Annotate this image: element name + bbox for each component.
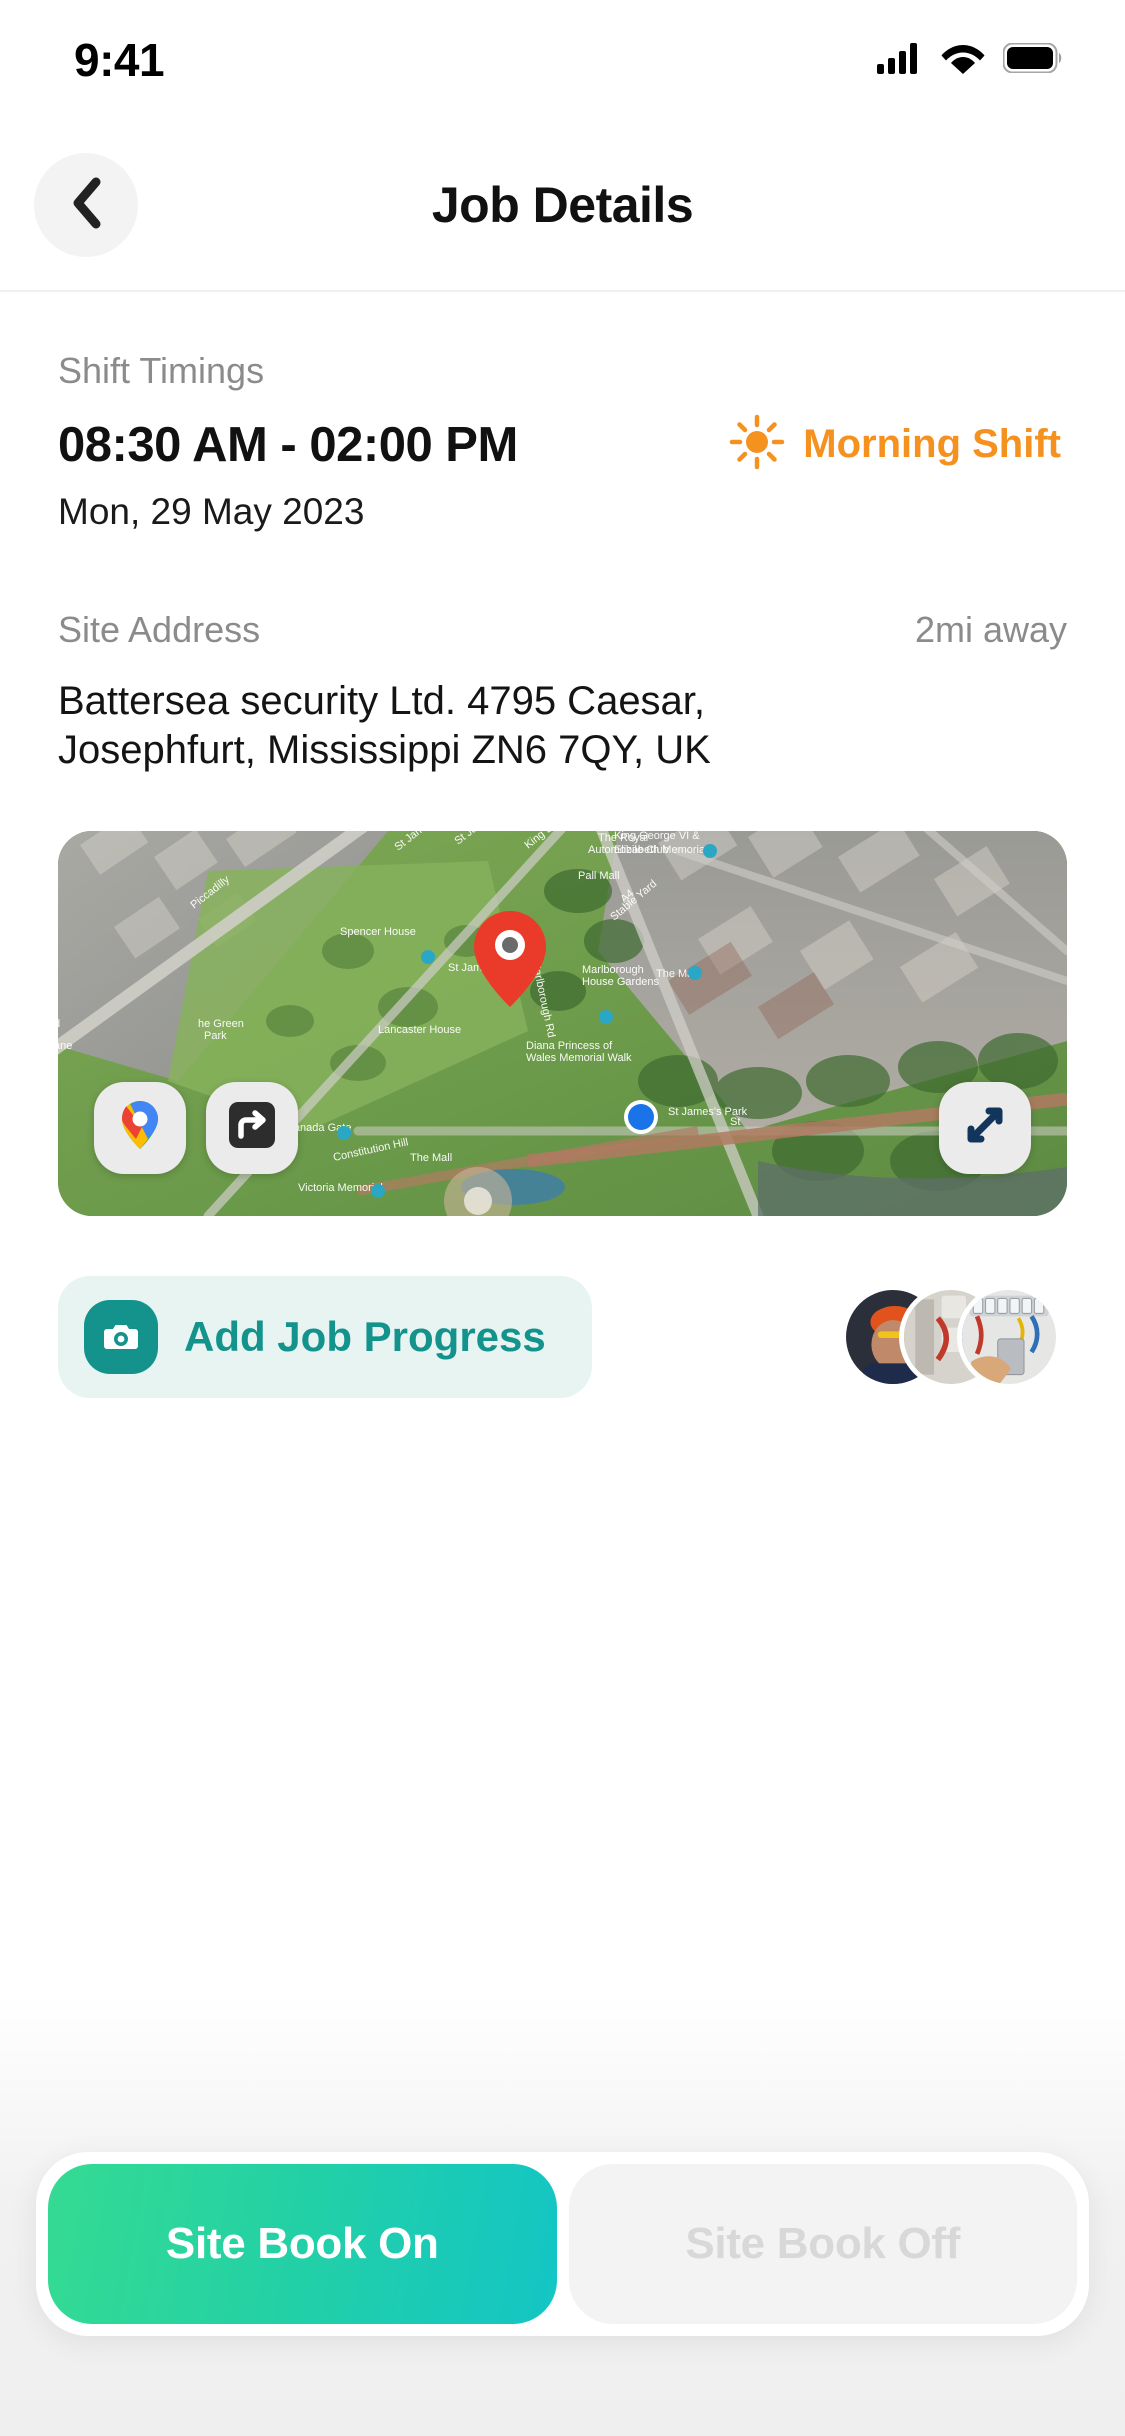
- map-label: King George VI &: [614, 831, 700, 842]
- status-icons: [877, 42, 1063, 79]
- status-bar: 9:41: [0, 0, 1125, 120]
- map-label: Lancaster House: [378, 1024, 461, 1036]
- blue-dot-icon: [624, 1099, 658, 1134]
- directions-arrow-icon: [225, 1098, 279, 1157]
- shift-type-label: Morning Shift: [803, 422, 1061, 466]
- expand-map-button[interactable]: [939, 1081, 1031, 1174]
- map-label: Diana Princess of: [526, 1040, 613, 1052]
- site-map[interactable]: Piccadilly St James's Pl St James's St K…: [58, 830, 1067, 1216]
- shift-timings-label: Shift Timings: [58, 350, 265, 391]
- bottom-action-bar: Site Book On Site Book Off: [36, 2152, 1089, 2336]
- shift-time-range: 08:30 AM - 02:00 PM: [58, 417, 518, 472]
- map-label: ane: [58, 1040, 72, 1052]
- map-label: Wales Memorial Walk: [526, 1052, 632, 1064]
- wifi-icon: [941, 42, 985, 79]
- site-book-off-button[interactable]: Site Book Off: [568, 2164, 1077, 2324]
- google-maps-pin-icon: [114, 1099, 166, 1156]
- page-header: Job Details: [0, 120, 1125, 292]
- add-job-progress-button[interactable]: Add Job Progress: [58, 1275, 592, 1398]
- cellular-signal-icon: [877, 42, 923, 79]
- job-progress-section: Add Job Progress: [58, 1275, 1067, 1398]
- camera-icon: [84, 1299, 158, 1374]
- map-label: Marlborough: [582, 964, 644, 976]
- site-address-section: Site Address 2mi away Battersea security…: [58, 533, 1067, 775]
- map-label: Spencer House: [340, 926, 416, 938]
- map-label: d: [58, 1018, 60, 1030]
- map-label: Park: [204, 1030, 227, 1042]
- map-label: Elizabeth Memorial: [614, 844, 708, 856]
- map-label: Victoria Memorial: [298, 1182, 383, 1194]
- status-time: 9:41: [74, 34, 165, 86]
- job-photo-thumbnail[interactable]: [957, 1284, 1061, 1389]
- site-address-label: Site Address: [58, 609, 261, 650]
- page-title: Job Details: [431, 177, 694, 233]
- site-book-on-button[interactable]: Site Book On: [48, 2164, 557, 2324]
- shift-timings-row: 08:30 AM - 02:00 PM Morning Shift: [58, 414, 1067, 475]
- map-label: St: [730, 1116, 740, 1128]
- add-job-progress-label: Add Job Progress: [184, 1312, 546, 1360]
- expand-diagonal-icon: [961, 1101, 1009, 1154]
- site-address-value: Battersea security Ltd. 4795 Caesar, Jos…: [58, 677, 1067, 775]
- sun-icon: [729, 414, 785, 475]
- distance-away: 2mi away: [914, 609, 1067, 650]
- battery-full-icon: [1002, 42, 1063, 78]
- map-label: he Green: [198, 1018, 244, 1030]
- shift-timings-section: Shift Timings 08:30 AM - 02:00 PM Mornin…: [58, 292, 1067, 533]
- google-maps-button[interactable]: [94, 1081, 186, 1174]
- address-line-1: Battersea security Ltd. 4795 Caesar,: [58, 679, 706, 723]
- shift-type-badge: Morning Shift: [729, 414, 1061, 475]
- site-address-header: Site Address 2mi away: [58, 609, 1067, 651]
- map-label: The Mall: [410, 1152, 452, 1164]
- map-label: House Gardens: [582, 976, 660, 988]
- address-line-2: Josephfurt, Mississippi ZN6 7QY, UK: [58, 727, 711, 772]
- job-photo-thumbnails[interactable]: [841, 1284, 1061, 1389]
- map-label: Pall Mall: [578, 870, 620, 882]
- directions-button[interactable]: [206, 1081, 298, 1174]
- shift-date: Mon, 29 May 2023: [58, 491, 365, 532]
